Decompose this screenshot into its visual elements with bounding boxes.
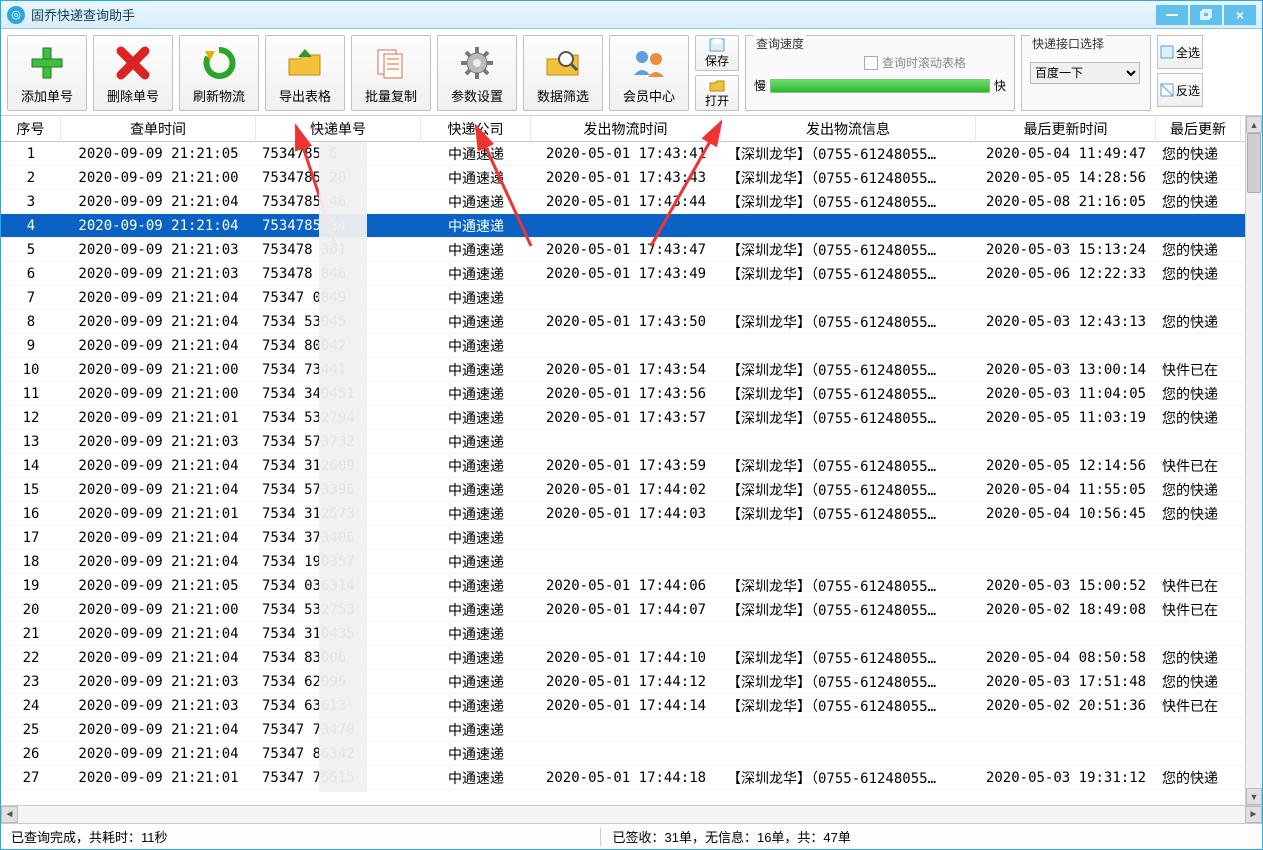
maximize-button[interactable] [1190, 5, 1222, 25]
titlebar: ◎ 固乔快递查询助手 × [1, 1, 1262, 29]
table-row[interactable]: 202020-09-09 21:21:007534 532753中通速递2020… [1, 598, 1262, 622]
filter-button[interactable]: 数据筛选 [523, 35, 603, 111]
app-title: 固乔快递查询助手 [31, 5, 135, 24]
export-button[interactable]: 导出表格 [265, 35, 345, 111]
col-company[interactable]: 快递公司 [421, 116, 531, 143]
table-row[interactable]: 182020-09-09 21:21:047534 190357中通速递 [1, 550, 1262, 574]
table-row[interactable]: 72020-09-09 21:21:0475347 0849中通速递 [1, 286, 1262, 310]
table-row[interactable]: 52020-09-09 21:21:03753478 361中通速递2020-0… [1, 238, 1262, 262]
table-row[interactable]: 152020-09-09 21:21:047534 573396中通速递2020… [1, 478, 1262, 502]
table-row[interactable]: 142020-09-09 21:21:047534 312609中通速递2020… [1, 454, 1262, 478]
col-trackno[interactable]: 快递单号 [256, 116, 421, 143]
col-querytime[interactable]: 查单时间 [61, 116, 256, 143]
table-row[interactable]: 62020-09-09 21:21:03753478 846中通速递2020-0… [1, 262, 1262, 286]
scroll-right-arrow[interactable]: ► [1245, 806, 1262, 823]
table-row[interactable]: 122020-09-09 21:21:017534 532794中通速递2020… [1, 406, 1262, 430]
table-row[interactable]: 262020-09-09 21:21:0475347 86342中通速递 [1, 742, 1262, 766]
table-row[interactable]: 272020-09-09 21:21:0175347 75515中通速递2020… [1, 766, 1262, 790]
col-updatetime[interactable]: 最后更新时间 [976, 116, 1156, 143]
plus-icon [26, 42, 68, 84]
col-shiptime[interactable]: 发出物流时间 [531, 116, 721, 143]
col-updatemsg[interactable]: 最后更新 [1156, 116, 1241, 143]
copy-button[interactable]: 批量复制 [351, 35, 431, 111]
select-invert-button[interactable]: 反选 [1157, 73, 1203, 107]
table-row[interactable]: 162020-09-09 21:21:017534 312573中通速递2020… [1, 502, 1262, 526]
gear-icon [456, 42, 498, 84]
table-row[interactable]: 192020-09-09 21:21:057534 036314中通速递2020… [1, 574, 1262, 598]
delete-button[interactable]: 删除单号 [93, 35, 173, 111]
table: 序号 查单时间 快递单号 快递公司 发出物流时间 发出物流信息 最后更新时间 最… [1, 116, 1262, 805]
users-icon [628, 42, 670, 84]
vertical-scrollbar[interactable]: ▲ ▼ [1245, 116, 1262, 805]
table-row[interactable]: 92020-09-09 21:21:047534 80042中通速递 [1, 334, 1262, 358]
toolbar: 添加单号 删除单号 刷新物流 导出表格 批量复制 参数设置 数据筛选 会员中心 [1, 29, 1262, 116]
table-row[interactable]: 12020-09-09 21:21:057534785 5中通速递2020-05… [1, 142, 1262, 166]
table-row[interactable]: 172020-09-09 21:21:047534 373406中通速递 [1, 526, 1262, 550]
scroll-thumb[interactable] [1247, 133, 1261, 193]
search-folder-icon [542, 42, 584, 84]
table-row[interactable]: 232020-09-09 21:21:037534 62995中通速递2020-… [1, 670, 1262, 694]
scroll-checkbox[interactable]: 查询时滚动表格 [864, 54, 1006, 71]
table-row[interactable]: 132020-09-09 21:21:037534 573732中通速递 [1, 430, 1262, 454]
save-button[interactable]: 保存 [695, 35, 739, 71]
table-row[interactable]: 42020-09-09 21:21:047534785 34中通速递 [1, 214, 1262, 238]
select-all-button[interactable]: 全选 [1157, 35, 1203, 69]
minimize-button[interactable] [1156, 5, 1188, 25]
col-shipinfo[interactable]: 发出物流信息 [721, 116, 976, 143]
refresh-button[interactable]: 刷新物流 [179, 35, 259, 111]
speed-panel: 查询速度 查询时滚动表格 慢 快 [745, 35, 1015, 111]
table-row[interactable]: 112020-09-09 21:21:007534 349451中通速递2020… [1, 382, 1262, 406]
horizontal-scrollbar[interactable]: ◄ ► [1, 805, 1262, 823]
scroll-left-arrow[interactable]: ◄ [1, 806, 18, 823]
params-button[interactable]: 参数设置 [437, 35, 517, 111]
speed-slider[interactable] [770, 79, 990, 93]
api-select[interactable]: 百度一下 [1030, 62, 1140, 84]
table-row[interactable]: 242020-09-09 21:21:037534 63613中通速递2020-… [1, 694, 1262, 718]
refresh-icon [198, 42, 240, 84]
table-row[interactable]: 102020-09-09 21:21:007534 73441中通速递2020-… [1, 358, 1262, 382]
app-icon: ◎ [7, 6, 25, 24]
table-row[interactable]: 32020-09-09 21:21:047534785 46中通速递2020-0… [1, 190, 1262, 214]
scroll-up-arrow[interactable]: ▲ [1246, 116, 1262, 133]
open-icon [709, 78, 725, 92]
table-row[interactable]: 82020-09-09 21:21:047534 53945中通速递2020-0… [1, 310, 1262, 334]
scroll-down-arrow[interactable]: ▼ [1246, 788, 1262, 805]
select-invert-icon [1160, 83, 1174, 97]
x-icon [112, 42, 154, 84]
copy-icon [370, 42, 412, 84]
select-all-icon [1160, 45, 1174, 59]
table-row[interactable]: 212020-09-09 21:21:047534 310435中通速递 [1, 622, 1262, 646]
table-row[interactable]: 252020-09-09 21:21:0475347 73470中通速递 [1, 718, 1262, 742]
api-panel: 快递接口选择 百度一下 [1021, 35, 1151, 111]
open-button[interactable]: 打开 [695, 75, 739, 111]
save-icon [709, 38, 725, 52]
table-row[interactable]: 222020-09-09 21:21:047534 83006中通速递2020-… [1, 646, 1262, 670]
status-done: 已查询完成，共耗时：11秒 [11, 827, 168, 846]
statusbar: 已查询完成，共耗时：11秒 已签收：31单，无信息：16单，共：47单 [1, 823, 1262, 849]
member-button[interactable]: 会员中心 [609, 35, 689, 111]
close-button[interactable]: × [1224, 5, 1256, 25]
table-row[interactable]: 22020-09-09 21:21:007534785 20中通速递2020-0… [1, 166, 1262, 190]
add-button[interactable]: 添加单号 [7, 35, 87, 111]
folder-export-icon [284, 42, 326, 84]
status-counts: 已签收：31单，无信息：16单，共：47单 [613, 827, 851, 846]
table-header: 序号 查单时间 快递单号 快递公司 发出物流时间 发出物流信息 最后更新时间 最… [1, 116, 1262, 142]
table-body[interactable]: 12020-09-09 21:21:057534785 5中通速递2020-05… [1, 142, 1262, 805]
col-seq[interactable]: 序号 [1, 116, 61, 143]
